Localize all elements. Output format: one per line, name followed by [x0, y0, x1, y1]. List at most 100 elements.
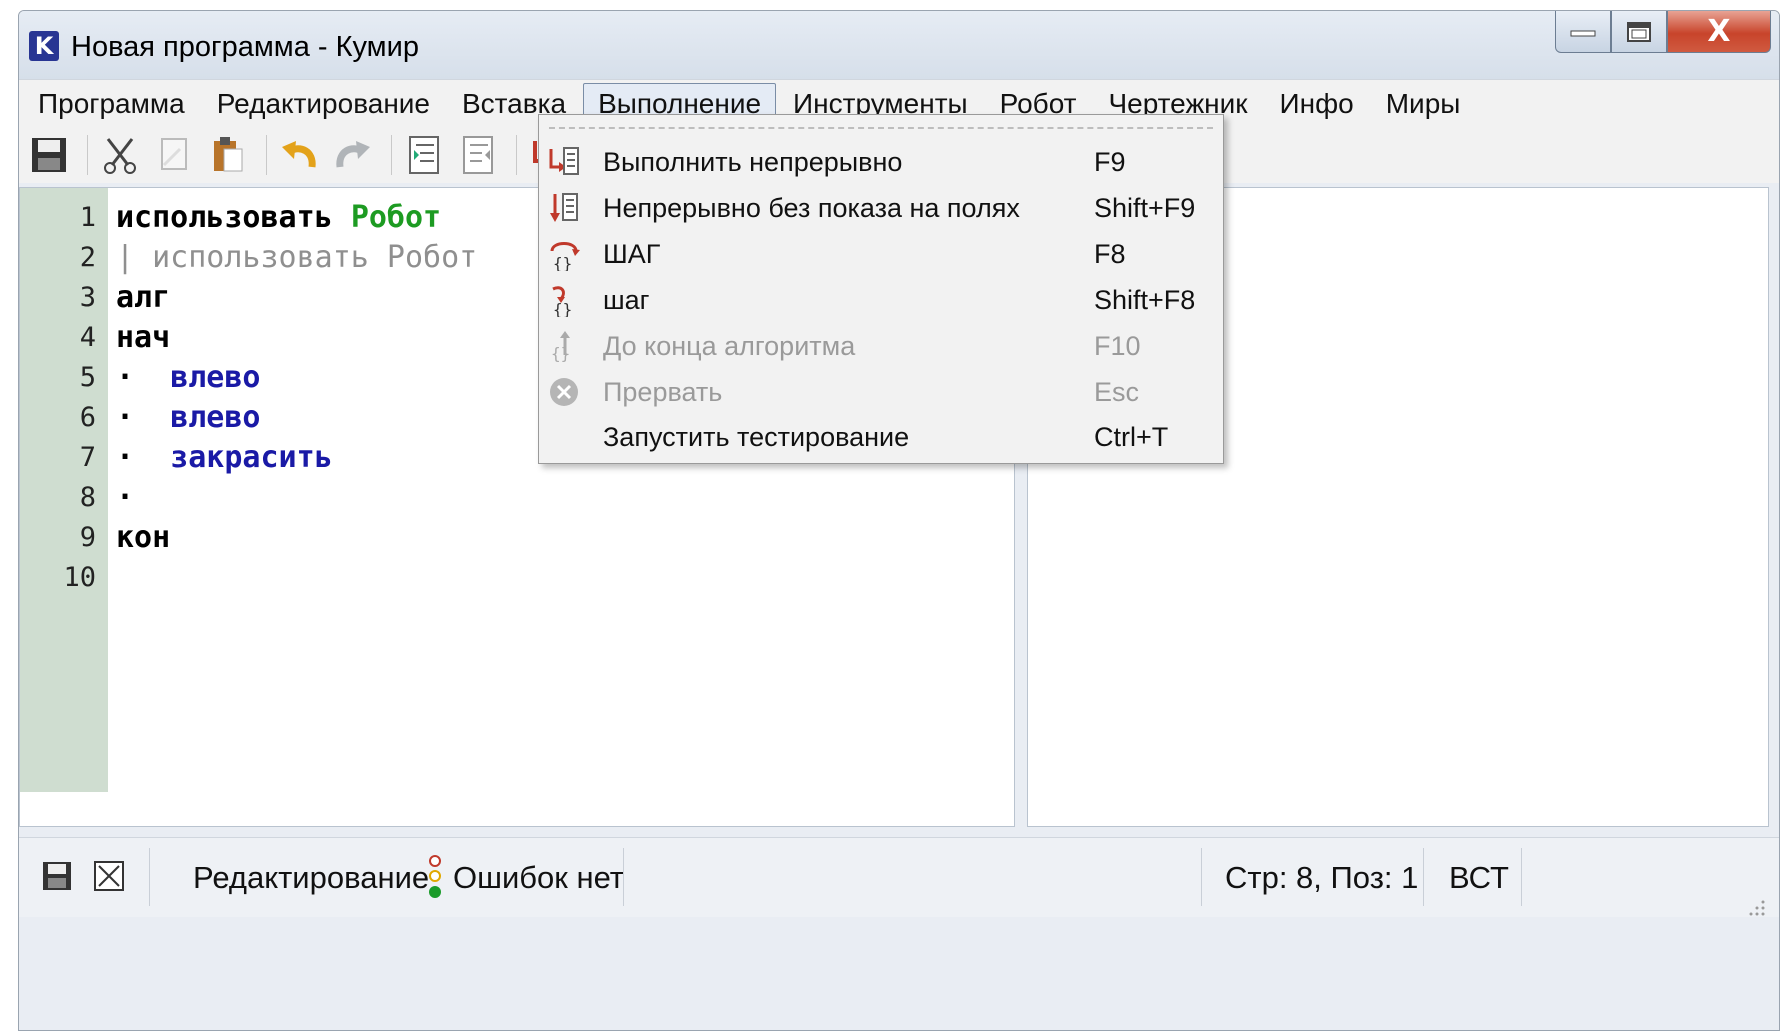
- implicit-import-line: | использовать Робот: [116, 240, 478, 275]
- cut-icon: [104, 138, 136, 174]
- step-into-icon: {}: [545, 281, 583, 319]
- stop-item[interactable]: Прервать Esc: [539, 371, 1223, 415]
- status-separator: [1201, 848, 1202, 906]
- line-number: 4: [79, 322, 96, 353]
- tear-off-handle[interactable]: [549, 127, 1213, 129]
- indent-marker: ·: [116, 480, 135, 515]
- menu-item-shortcut: Ctrl+T: [1094, 422, 1169, 452]
- keyword: кон: [116, 520, 171, 555]
- module-name: Робот: [350, 200, 442, 235]
- code-line-6[interactable]: · влево: [116, 400, 261, 435]
- menu-item-label: ШАГ: [603, 239, 661, 269]
- menu-edit[interactable]: Редактирование: [202, 83, 445, 125]
- save-icon: [43, 862, 71, 890]
- undo-button[interactable]: [275, 131, 323, 179]
- menu-item-label: Прервать: [603, 377, 723, 407]
- line-number: 9: [79, 522, 96, 553]
- step-into-item[interactable]: {} шаг Shift+F8: [539, 279, 1223, 323]
- line-number: 8: [79, 482, 96, 513]
- run-continuous-icon: [545, 143, 583, 181]
- maximize-button[interactable]: [1611, 11, 1667, 53]
- redo-button[interactable]: [329, 131, 377, 179]
- stop-icon: [545, 373, 583, 411]
- run-blind-item[interactable]: Непрерывно без показа на полях Shift+F9: [539, 187, 1223, 231]
- code-line-9[interactable]: кон: [116, 520, 170, 555]
- code-line-5[interactable]: · влево: [116, 360, 261, 395]
- unindent-icon: [463, 136, 493, 174]
- menu-item-label: Непрерывно без показа на полях: [603, 193, 1020, 223]
- menu-item-label: Запустить тестирование: [603, 422, 910, 452]
- menu-program[interactable]: Программа: [23, 83, 200, 125]
- close-button[interactable]: X: [1667, 11, 1771, 53]
- svg-text:{}: {}: [551, 344, 570, 363]
- toolbar-separator: [391, 135, 392, 175]
- toolbar-separator: [87, 135, 88, 175]
- maximize-icon: [1627, 21, 1651, 42]
- robot-command: влево: [170, 360, 261, 395]
- code-line-4[interactable]: нач: [116, 320, 170, 355]
- save-icon: [32, 138, 66, 172]
- robot-command: влево: [170, 400, 261, 435]
- line-number-gutter: 1 2 3 4 5 6 7 8 9 10: [20, 188, 108, 792]
- line-number: 10: [63, 562, 96, 593]
- line-number: 7: [79, 442, 96, 473]
- menu-item-label: До конца алгоритма: [603, 331, 856, 361]
- status-separator: [623, 848, 624, 906]
- close-icon: X: [1707, 14, 1731, 49]
- status-mode: Редактирование: [193, 860, 430, 895]
- paste-button[interactable]: [204, 131, 252, 179]
- status-cursor-position: Стр: 8, Поз: 1: [1225, 860, 1419, 895]
- run-continuous-item[interactable]: Выполнить непрерывно F9: [539, 141, 1223, 185]
- status-save-button[interactable]: [41, 860, 73, 900]
- code-line-7[interactable]: · закрасить: [116, 440, 333, 475]
- kumir-app-icon: K: [29, 31, 59, 61]
- step-out-icon: {}: [545, 327, 583, 365]
- step-out-item[interactable]: {} До конца алгоритма F10: [539, 325, 1223, 369]
- keyword: нач: [116, 320, 171, 355]
- menu-item-shortcut: Shift+F9: [1094, 193, 1196, 223]
- code-line-1[interactable]: использовать Робот: [116, 200, 441, 235]
- menu-item-shortcut: F8: [1094, 239, 1126, 269]
- indent-icon: [409, 136, 439, 174]
- robot-command: закрасить: [170, 440, 333, 475]
- menu-item-label: шаг: [603, 285, 650, 315]
- line-number: 6: [79, 402, 96, 433]
- line-number: 3: [79, 282, 96, 313]
- redo-icon: [336, 141, 370, 168]
- menu-item-shortcut: F10: [1094, 331, 1141, 361]
- save-button[interactable]: [25, 131, 73, 179]
- copy-button[interactable]: [150, 131, 198, 179]
- copy-icon: [161, 138, 187, 170]
- toolbar-separator: [266, 135, 267, 175]
- unindent-button[interactable]: [454, 131, 502, 179]
- toolbar-separator: [516, 135, 517, 175]
- minimize-icon: [1570, 30, 1596, 36]
- svg-text:{}: {}: [553, 300, 572, 317]
- close-box-icon: [94, 861, 124, 891]
- line-number: 1: [79, 202, 96, 233]
- code-line-3[interactable]: алг: [116, 280, 170, 315]
- code-line-8[interactable]: ·: [116, 480, 134, 515]
- window-title: Новая программа - Кумир: [71, 31, 419, 63]
- cut-button[interactable]: [96, 131, 144, 179]
- status-close-button[interactable]: [93, 860, 125, 900]
- line-number: 2: [79, 242, 96, 273]
- window-controls: X: [1555, 11, 1771, 53]
- step-over-item[interactable]: {} ШАГ F8: [539, 233, 1223, 277]
- indent-marker: ·: [116, 400, 135, 435]
- status-errors: Ошибок нет: [453, 860, 624, 895]
- indent-marker: ·: [116, 360, 135, 395]
- menu-info[interactable]: Инфо: [1265, 83, 1369, 125]
- run-tests-item[interactable]: Запустить тестирование Ctrl+T: [539, 416, 1223, 460]
- resize-grip-icon[interactable]: [1747, 890, 1767, 926]
- code-line-2[interactable]: | использовать Робот: [116, 240, 477, 275]
- menu-worlds[interactable]: Миры: [1371, 83, 1476, 125]
- title-bar: K Новая программа - Кумир X: [19, 11, 1779, 79]
- menu-item-label: Выполнить непрерывно: [603, 147, 903, 177]
- indent-button[interactable]: [400, 131, 448, 179]
- menu-item-shortcut: Shift+F8: [1094, 285, 1196, 315]
- status-separator: [1521, 848, 1522, 906]
- keyword: использовать: [116, 200, 333, 235]
- indent-marker: ·: [116, 440, 135, 475]
- minimize-button[interactable]: [1555, 11, 1611, 53]
